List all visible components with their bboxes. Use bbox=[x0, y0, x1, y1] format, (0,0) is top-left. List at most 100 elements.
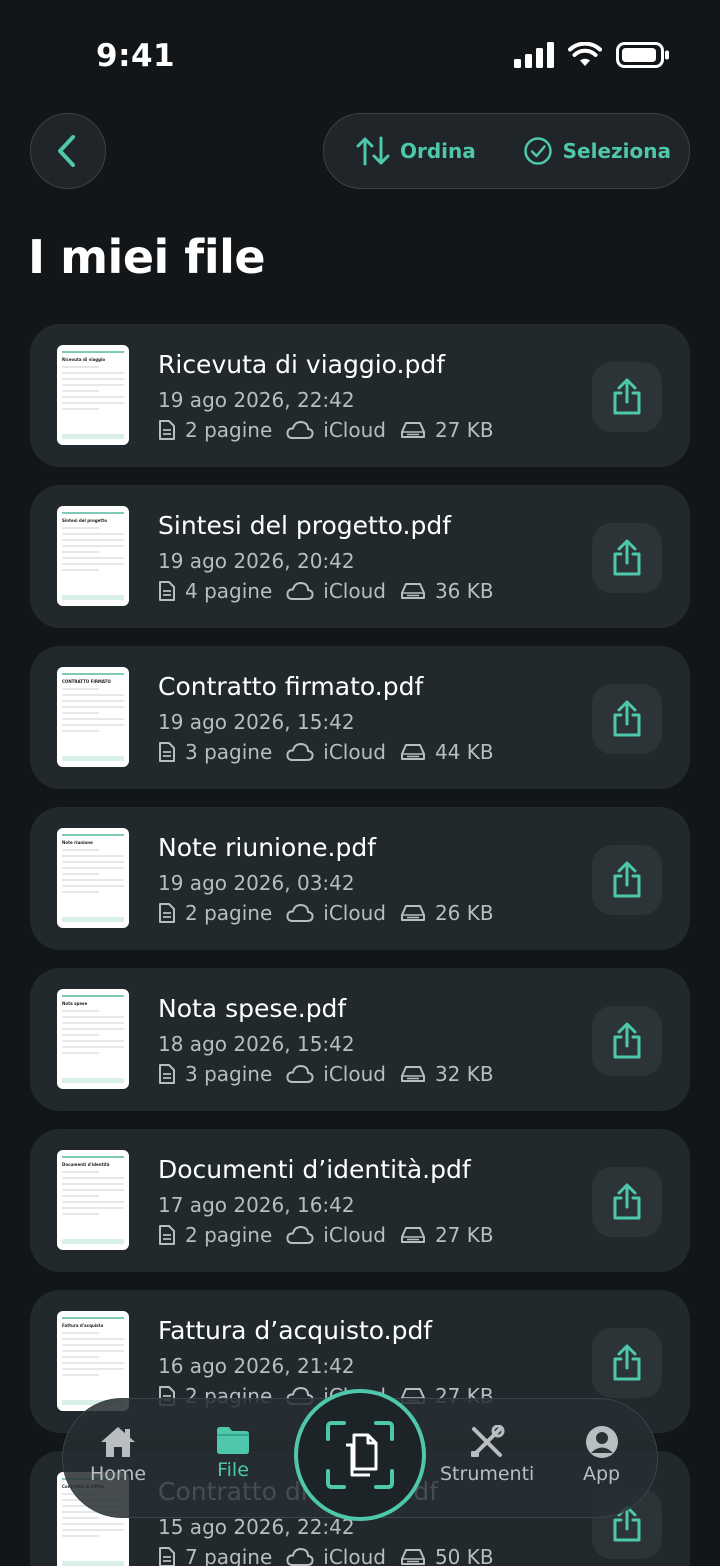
file-size: 26 KB bbox=[400, 901, 494, 925]
check-circle-icon bbox=[523, 137, 552, 165]
page-count: 3 pagine bbox=[158, 1062, 272, 1086]
nav-app[interactable]: App bbox=[583, 1425, 620, 1485]
share-icon bbox=[613, 539, 641, 576]
file-size-label: 27 KB bbox=[434, 1223, 494, 1247]
share-button[interactable] bbox=[592, 1167, 662, 1237]
nav-tools[interactable]: Strumenti bbox=[440, 1425, 534, 1485]
share-icon bbox=[613, 861, 641, 898]
file-name: Fattura d’acquisto.pdf bbox=[158, 1316, 433, 1345]
storage-location: iCloud bbox=[286, 1223, 386, 1247]
cloud-icon bbox=[286, 1226, 314, 1244]
file-size-label: 36 KB bbox=[434, 579, 494, 603]
file-meta: 2 pagine iCloud 26 KB bbox=[158, 901, 508, 925]
cloud-icon bbox=[286, 1548, 314, 1566]
folder-icon bbox=[217, 1427, 249, 1454]
share-icon bbox=[613, 700, 641, 737]
nav-app-label: App bbox=[583, 1463, 621, 1485]
page-count-label: 3 pagine bbox=[185, 1062, 273, 1086]
share-button[interactable] bbox=[592, 523, 662, 593]
file-thumbnail: Nota spese bbox=[57, 989, 129, 1089]
hard-drive-icon bbox=[400, 1227, 425, 1243]
storage-location: iCloud bbox=[286, 740, 386, 764]
storage-location: iCloud bbox=[286, 901, 386, 925]
thumbnail-title: Note riunione bbox=[62, 840, 93, 845]
file-size-label: 50 KB bbox=[434, 1545, 494, 1566]
document-icon bbox=[159, 420, 175, 440]
sort-label: Ordina bbox=[400, 139, 476, 163]
storage-label: iCloud bbox=[323, 418, 386, 442]
file-card[interactable]: Documenti d'identità Documenti d’identità… bbox=[30, 1129, 690, 1272]
file-size-label: 26 KB bbox=[434, 901, 494, 925]
battery-icon bbox=[616, 42, 669, 68]
file-card[interactable]: Sintesi del progetto Sintesi del progetto… bbox=[30, 485, 690, 628]
storage-location: iCloud bbox=[286, 579, 386, 603]
file-card[interactable]: CONTRATTO FIRMATO Contratto firmato.pdf 19… bbox=[30, 646, 690, 789]
scan-button[interactable] bbox=[294, 1389, 426, 1521]
file-thumbnail: CONTRATTO FIRMATO bbox=[57, 667, 129, 767]
select-button[interactable]: Seleziona bbox=[523, 136, 671, 166]
thumbnail-title: Nota spese bbox=[62, 1001, 88, 1006]
cloud-icon bbox=[286, 1065, 314, 1083]
nav-home[interactable]: Home bbox=[90, 1425, 146, 1485]
page-count-label: 2 pagine bbox=[185, 901, 273, 925]
back-button[interactable] bbox=[30, 113, 106, 189]
file-name: Contratto firmato.pdf bbox=[158, 672, 424, 701]
file-size: 50 KB bbox=[400, 1545, 494, 1566]
document-icon bbox=[159, 1225, 175, 1245]
file-card[interactable]: Note riunione Note riunione.pdf 19 ago 202… bbox=[30, 807, 690, 950]
document-icon bbox=[159, 903, 175, 923]
file-date: 16 ago 2026, 21:42 bbox=[158, 1354, 355, 1378]
storage-label: iCloud bbox=[323, 1545, 386, 1566]
file-thumbnail: Fattura d'acquisto bbox=[57, 1311, 129, 1411]
page-count: 2 pagine bbox=[158, 901, 272, 925]
cloud-icon bbox=[286, 904, 314, 922]
share-button[interactable] bbox=[592, 1006, 662, 1076]
share-icon bbox=[613, 1022, 641, 1059]
file-card[interactable]: Ricevuta di viaggio Ricevuta di viaggio.p… bbox=[30, 324, 690, 467]
file-name: Sintesi del progetto.pdf bbox=[158, 511, 451, 540]
share-button[interactable] bbox=[592, 684, 662, 754]
hard-drive-icon bbox=[400, 1066, 425, 1082]
hard-drive-icon bbox=[400, 905, 425, 921]
file-size-label: 44 KB bbox=[434, 740, 494, 764]
document-icon bbox=[159, 581, 175, 601]
status-time: 9:41 bbox=[96, 38, 176, 74]
page-title: I miei file bbox=[28, 230, 266, 284]
hard-drive-icon bbox=[400, 422, 425, 438]
page-count: 3 pagine bbox=[158, 740, 272, 764]
page-count-label: 2 pagine bbox=[185, 418, 273, 442]
user-circle-icon bbox=[585, 1426, 618, 1458]
hard-drive-icon bbox=[400, 744, 425, 760]
thumbnail-title: Fattura d'acquisto bbox=[62, 1323, 104, 1328]
file-size: 36 KB bbox=[400, 579, 494, 603]
header-actions: Ordina Seleziona bbox=[323, 113, 690, 189]
chevron-left-icon bbox=[58, 135, 75, 167]
page-count-label: 4 pagine bbox=[185, 579, 273, 603]
nav-file[interactable]: File bbox=[215, 1425, 251, 1481]
page-count: 2 pagine bbox=[158, 418, 272, 442]
file-date: 19 ago 2026, 20:42 bbox=[158, 549, 355, 573]
share-icon bbox=[613, 1183, 641, 1220]
storage-location: iCloud bbox=[286, 1545, 386, 1566]
document-icon bbox=[159, 1064, 175, 1084]
file-card[interactable]: Nota spese Nota spese.pdf 18 ago 2026, 15:… bbox=[30, 968, 690, 1111]
file-size: 27 KB bbox=[400, 1223, 494, 1247]
share-button[interactable] bbox=[592, 362, 662, 432]
status-icons bbox=[514, 42, 670, 68]
document-icon bbox=[159, 742, 175, 762]
share-button[interactable] bbox=[592, 845, 662, 915]
file-date: 15 ago 2026, 22:42 bbox=[158, 1515, 355, 1539]
page-count: 7 pagine bbox=[158, 1545, 272, 1566]
share-button[interactable] bbox=[592, 1328, 662, 1398]
file-size-label: 32 KB bbox=[434, 1062, 494, 1086]
file-meta: 4 pagine iCloud 36 KB bbox=[158, 579, 508, 603]
sort-button[interactable]: Ordina bbox=[356, 136, 476, 166]
thumbnail-title: CONTRATTO FIRMATO bbox=[62, 679, 111, 684]
page-count-label: 3 pagine bbox=[185, 740, 273, 764]
file-size: 44 KB bbox=[400, 740, 494, 764]
file-date: 19 ago 2026, 22:42 bbox=[158, 388, 355, 412]
cloud-icon bbox=[286, 421, 314, 439]
storage-label: iCloud bbox=[323, 901, 386, 925]
file-meta: 3 pagine iCloud 44 KB bbox=[158, 740, 508, 764]
select-label: Seleziona bbox=[562, 139, 671, 163]
